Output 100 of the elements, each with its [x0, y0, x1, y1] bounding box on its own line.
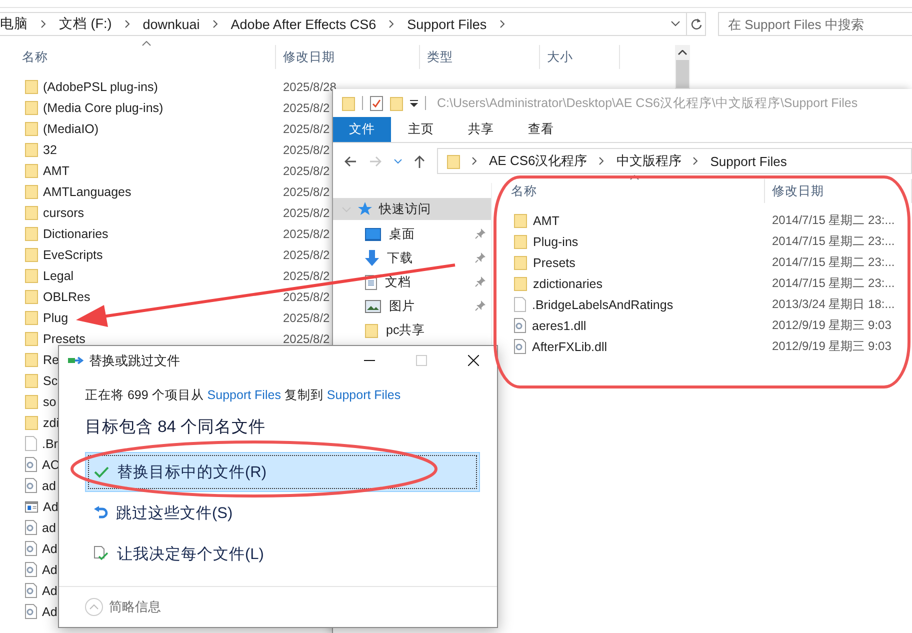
close-icon[interactable]	[468, 355, 479, 366]
folder-icon	[390, 96, 403, 110]
folder-icon	[25, 373, 38, 388]
column-header[interactable]: 名称	[492, 179, 765, 203]
dialog-option[interactable]: 替换目标中的文件(R)	[85, 452, 480, 492]
ribbon-tab[interactable]: 共享	[451, 117, 511, 142]
gear-file-icon	[25, 604, 37, 619]
file-name[interactable]: ad	[42, 520, 56, 534]
folder-icon	[25, 310, 38, 325]
folder-icon	[342, 96, 355, 110]
ribbon-tab[interactable]: 文件	[333, 117, 391, 142]
file-name[interactable]: ad	[42, 478, 56, 492]
gear-file-icon	[25, 457, 37, 472]
file-name[interactable]: .Br	[42, 436, 58, 450]
file-name[interactable]: Presets	[533, 256, 576, 270]
file-name[interactable]: EveScripts	[43, 248, 103, 262]
dialog-option[interactable]: 跳过这些文件(S)	[85, 493, 480, 533]
dropdown-icon[interactable]	[670, 21, 680, 27]
breadcrumb-item[interactable]: Support Files	[407, 16, 487, 32]
file-name[interactable]: .BridgeLabelsAndRatings	[532, 298, 674, 312]
file-name[interactable]: Ad	[42, 604, 58, 618]
refresh-icon[interactable]	[690, 18, 702, 30]
file-name[interactable]: AMT	[43, 164, 70, 178]
file-name[interactable]: Sc	[43, 374, 58, 388]
column-header[interactable]: 名称	[0, 45, 276, 69]
file-name[interactable]: (Media Core plug-ins)	[43, 100, 164, 114]
modified-date: 2025/8/2	[283, 248, 330, 262]
breadcrumb-item[interactable]: AE CS6汉化程序	[489, 152, 588, 170]
dialog-option[interactable]: 让我决定每个文件(L)	[85, 534, 480, 574]
gear-file-icon	[514, 339, 526, 354]
file-name[interactable]: Ad	[42, 562, 58, 576]
up-arrow-icon[interactable]	[414, 154, 425, 168]
search-field[interactable]: 在 Support Files 中搜索	[718, 12, 912, 36]
modified-date: 2025/8/2	[283, 184, 330, 198]
breadcrumb-item[interactable]: Adobe After Effects CS6	[230, 16, 376, 32]
file-name[interactable]: 32	[43, 142, 57, 156]
fewer-details-toggle[interactable]: 简略信息	[85, 598, 161, 616]
file-name[interactable]: aeres1.dll	[532, 318, 586, 332]
file-name[interactable]: Plug	[43, 310, 68, 324]
scrollbar-thumb[interactable]	[676, 60, 689, 88]
download-arrow-icon	[365, 250, 379, 266]
file-name[interactable]: Presets	[43, 332, 86, 346]
conflict-heading: 目标包含 84 个同名文件	[85, 417, 267, 438]
ribbon-tab[interactable]: 主页	[391, 117, 451, 142]
ribbon-tab[interactable]: 查看	[511, 117, 571, 142]
file-name[interactable]: AMT	[533, 214, 560, 228]
folder-link[interactable]: Support Files	[326, 388, 401, 402]
column-header[interactable]: 修改日期	[276, 45, 420, 69]
breadcrumb-item[interactable]: 文档 (F:)	[59, 15, 112, 33]
pin-icon[interactable]	[475, 300, 486, 311]
modified-date: 2012/9/19 星期三 9:03	[772, 318, 892, 332]
file-name[interactable]: Plug-ins	[533, 234, 578, 248]
file-name[interactable]: Ad	[43, 500, 58, 514]
file-name[interactable]: Re	[43, 352, 59, 366]
file-name[interactable]: Ad	[42, 542, 58, 556]
pin-icon[interactable]	[475, 252, 486, 263]
modified-date: 2025/8/2	[283, 164, 330, 178]
dropdown-icon[interactable]	[410, 100, 418, 106]
modified-date: 2014/7/15 星期二 23:...	[772, 234, 895, 248]
file-name[interactable]: OBLRes	[43, 290, 90, 304]
modified-date: 2025/8/2	[283, 290, 330, 304]
nav-item[interactable]: 文档	[333, 270, 491, 294]
folder-link[interactable]: Support Files	[207, 388, 281, 402]
copy-arrow-icon	[68, 356, 84, 366]
file-name[interactable]: cursors	[43, 206, 84, 220]
file-name[interactable]: zdi	[43, 416, 59, 430]
column-header[interactable]: 类型	[420, 45, 540, 69]
file-name[interactable]: Dictionaries	[43, 226, 108, 240]
gear-file-icon	[25, 562, 37, 577]
file-name[interactable]: so	[43, 394, 56, 408]
file-name[interactable]: zdictionaries	[533, 276, 602, 290]
breadcrumb-item[interactable]: downkuai	[142, 16, 200, 32]
nav-item[interactable]: 桌面	[333, 222, 491, 246]
breadcrumb-item[interactable]: 电脑	[0, 15, 28, 33]
file-name[interactable]: Ad	[42, 584, 58, 598]
breadcrumb-item[interactable]: Support Files	[710, 154, 787, 168]
file-name[interactable]: (AdobePSL plug-ins)	[43, 80, 158, 94]
nav-item[interactable]: 下载	[333, 246, 491, 270]
star-icon	[357, 201, 373, 217]
checklist-icon[interactable]	[370, 96, 383, 110]
pin-icon[interactable]	[475, 228, 486, 239]
folder-icon	[25, 184, 38, 199]
file-name[interactable]: AC	[42, 458, 60, 472]
folder-icon	[25, 226, 38, 241]
nav-item[interactable]: 图片	[333, 294, 491, 318]
file-name[interactable]: AMTLanguages	[43, 184, 132, 198]
file-name[interactable]: (MediaIO)	[43, 122, 99, 136]
folder-icon	[25, 142, 38, 157]
file-name[interactable]: Legal	[43, 268, 74, 282]
file-name[interactable]: AfterFXLib.dll	[532, 340, 608, 354]
column-header[interactable]: 大小	[540, 45, 620, 69]
pin-icon[interactable]	[475, 276, 486, 287]
sort-caret-icon	[142, 41, 151, 46]
scroll-up-icon[interactable]	[678, 50, 687, 55]
modified-date: 2013/3/24 星期日 18:...	[772, 297, 895, 311]
nav-item[interactable]: pc共享	[333, 318, 491, 342]
column-header[interactable]: 修改日期	[765, 179, 912, 203]
back-arrow-icon[interactable]	[344, 156, 357, 166]
nav-item[interactable]: 快速访问	[333, 198, 491, 220]
breadcrumb-item[interactable]: 中文版程序	[616, 152, 682, 170]
